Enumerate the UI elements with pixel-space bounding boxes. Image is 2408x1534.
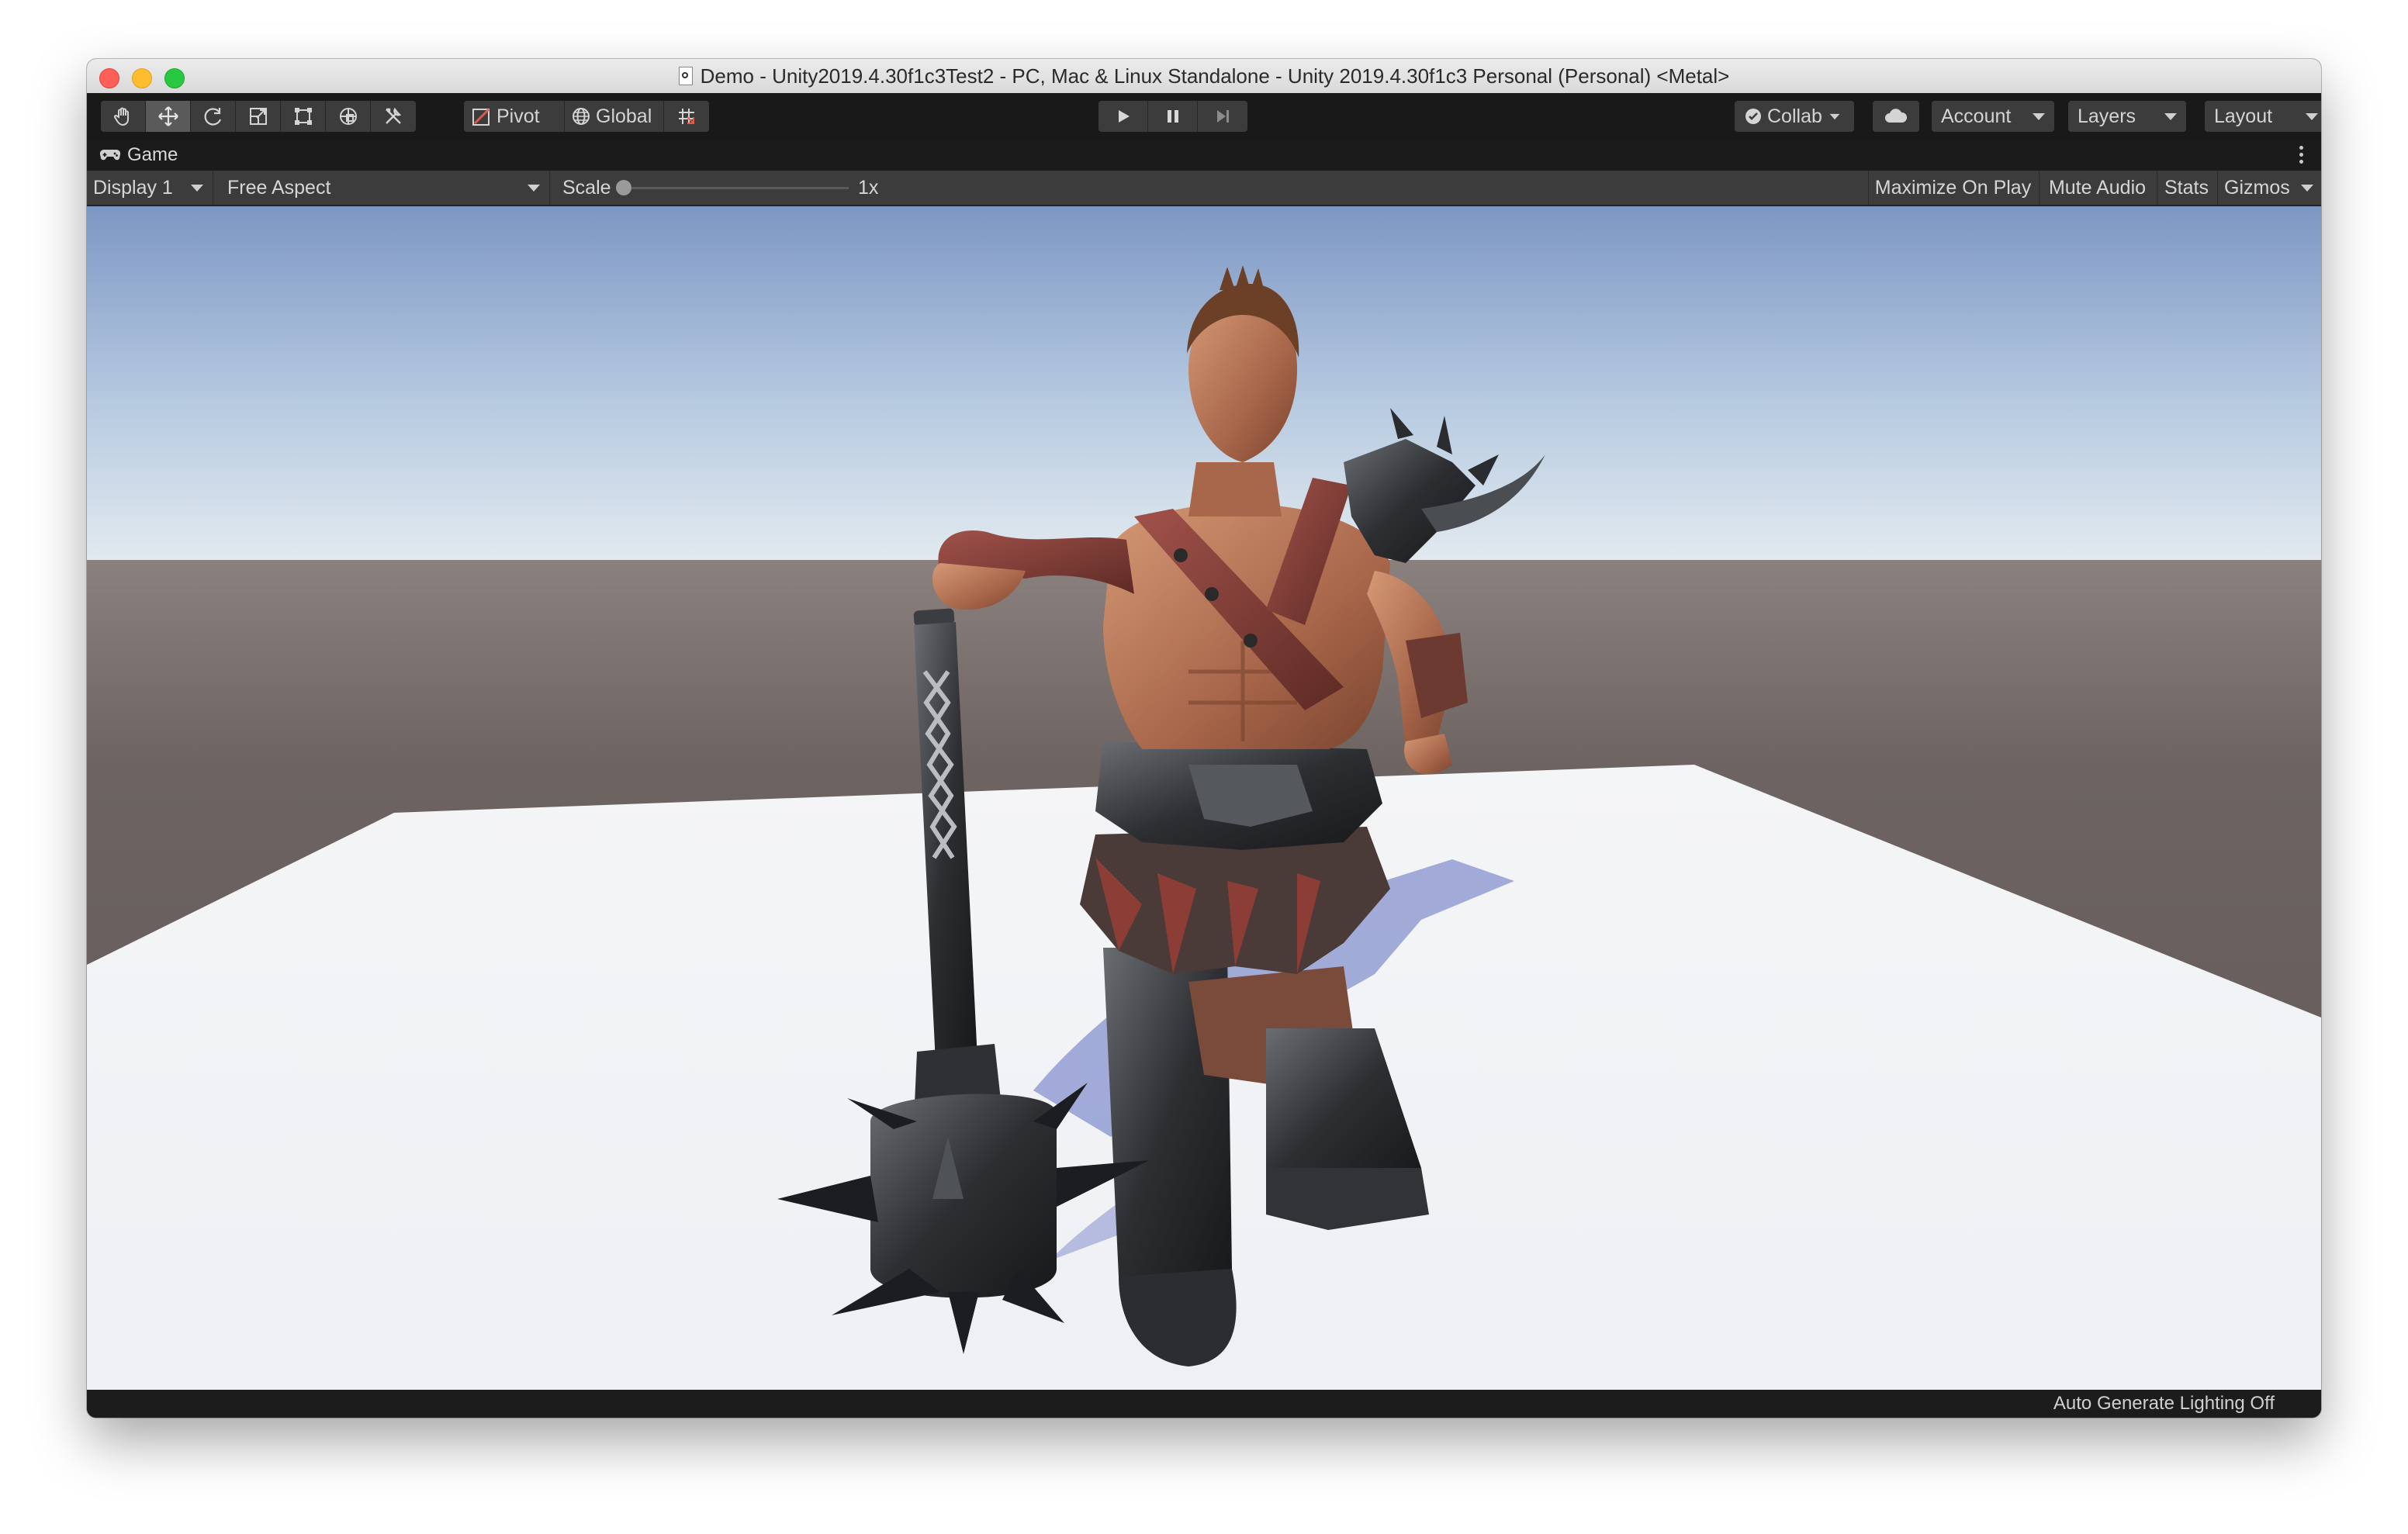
rotate-tool-button[interactable]	[191, 101, 236, 132]
scale-value: 1x	[858, 176, 879, 199]
pivot-toggle[interactable]: Pivot	[464, 101, 565, 132]
title-bar: Demo - Unity2019.4.30f1c3Test2 - PC, Mac…	[87, 59, 2321, 94]
tab-menu-button[interactable]	[2299, 146, 2304, 164]
global-label: Global	[596, 105, 652, 127]
cloud-icon	[1885, 109, 1908, 123]
stats-toggle[interactable]: Stats	[2157, 171, 2216, 205]
grid-snap-icon	[679, 109, 694, 124]
title-group: Demo - Unity2019.4.30f1c3Test2 - PC, Mac…	[678, 64, 1730, 88]
cloud-button[interactable]	[1873, 101, 1919, 132]
scale-label: Scale	[562, 176, 611, 199]
scale-slider-track[interactable]	[622, 187, 849, 189]
step-button[interactable]	[1198, 101, 1247, 132]
account-dropdown[interactable]: Account	[1932, 101, 2054, 132]
pivot-label: Pivot	[496, 105, 540, 127]
move-icon	[157, 106, 178, 126]
globe-icon	[573, 108, 590, 125]
chevron-down-icon	[2164, 112, 2177, 120]
chevron-down-icon	[2301, 184, 2313, 192]
window-title: Demo - Unity2019.4.30f1c3Test2 - PC, Mac…	[700, 64, 1730, 88]
layout-label: Layout	[2214, 105, 2273, 127]
layers-label: Layers	[2078, 105, 2136, 127]
tab-game[interactable]: Game	[87, 140, 190, 171]
maximize-on-play-toggle[interactable]: Maximize On Play	[1868, 171, 2037, 205]
display-value: Display 1	[93, 176, 173, 199]
maximize-window-button[interactable]	[164, 68, 185, 88]
status-bar: Auto Generate Lighting Off	[87, 1390, 2321, 1418]
chevron-down-icon	[2306, 112, 2318, 120]
scale-slider-thumb[interactable]	[616, 180, 631, 195]
playmode-controls	[1098, 101, 1247, 132]
hand-tool-button[interactable]	[101, 101, 146, 132]
scale-value-wrap: 1x	[858, 171, 878, 205]
mute-audio-toggle[interactable]: Mute Audio	[2039, 171, 2155, 205]
pause-icon	[1167, 110, 1178, 123]
mute-audio-label: Mute Audio	[2048, 176, 2147, 199]
close-window-button[interactable]	[99, 68, 119, 88]
scale-icon	[249, 108, 267, 125]
tools-icon	[386, 107, 402, 124]
game-viewport[interactable]	[87, 206, 2321, 1390]
lighting-status[interactable]: Auto Generate Lighting Off	[2053, 1393, 2275, 1415]
account-label: Account	[1941, 105, 2012, 127]
window-tab-bar: Game	[87, 140, 2321, 171]
grid-snap-button[interactable]	[664, 101, 709, 132]
chevron-down-icon	[2033, 112, 2045, 120]
main-toolbar: Pivot Global Collab Account Layers Layou…	[87, 93, 2321, 140]
play-icon	[1118, 110, 1130, 123]
game-view-toolbar: Display 1 Free Aspect Scale 1x Maximize …	[87, 171, 2321, 206]
gizmos-label: Gizmos	[2224, 176, 2290, 199]
rect-transform-icon	[294, 108, 312, 125]
kebab-dot	[2299, 153, 2303, 157]
transform-icon	[339, 108, 357, 125]
collab-label: Collab	[1767, 105, 1822, 127]
chevron-down-icon	[191, 184, 203, 192]
minimize-window-button[interactable]	[132, 68, 152, 88]
maximize-on-play-label: Maximize On Play	[1874, 176, 2032, 199]
layout-dropdown[interactable]: Layout	[2205, 101, 2321, 132]
chevron-down-icon	[1829, 113, 1840, 119]
aspect-dropdown[interactable]: Free Aspect	[213, 171, 546, 205]
collab-check-icon	[1745, 109, 1761, 124]
window-controls	[99, 68, 185, 88]
hand-icon	[113, 107, 129, 126]
kebab-dot	[2299, 146, 2303, 150]
kebab-dot	[2299, 160, 2303, 164]
play-button[interactable]	[1098, 101, 1148, 132]
layers-dropdown[interactable]: Layers	[2068, 101, 2186, 132]
rotate-icon	[204, 108, 221, 126]
transform-tools	[101, 101, 416, 132]
display-dropdown[interactable]: Display 1	[93, 171, 209, 205]
pause-button[interactable]	[1148, 101, 1198, 132]
scale-tool-button[interactable]	[236, 101, 281, 132]
pivot-global-group: Pivot Global	[464, 101, 709, 132]
step-icon	[1217, 110, 1229, 123]
transform-tool-button[interactable]	[326, 101, 371, 132]
gizmos-dropdown[interactable]: Gizmos	[2217, 171, 2318, 205]
gamepad-icon	[99, 149, 121, 161]
tab-game-label: Game	[127, 144, 178, 165]
custom-tool-button[interactable]	[371, 101, 416, 132]
unity-editor-window: Demo - Unity2019.4.30f1c3Test2 - PC, Mac…	[87, 59, 2321, 1418]
rect-tool-button[interactable]	[281, 101, 326, 132]
move-tool-button[interactable]	[146, 101, 191, 132]
global-toggle[interactable]: Global	[565, 101, 664, 132]
chevron-down-icon	[528, 184, 540, 192]
aspect-value: Free Aspect	[227, 176, 331, 199]
collab-dropdown[interactable]: Collab	[1735, 101, 1854, 132]
stats-label: Stats	[2164, 176, 2209, 199]
document-icon	[678, 67, 693, 85]
game-render	[87, 206, 2321, 1390]
pivot-icon	[472, 108, 490, 126]
